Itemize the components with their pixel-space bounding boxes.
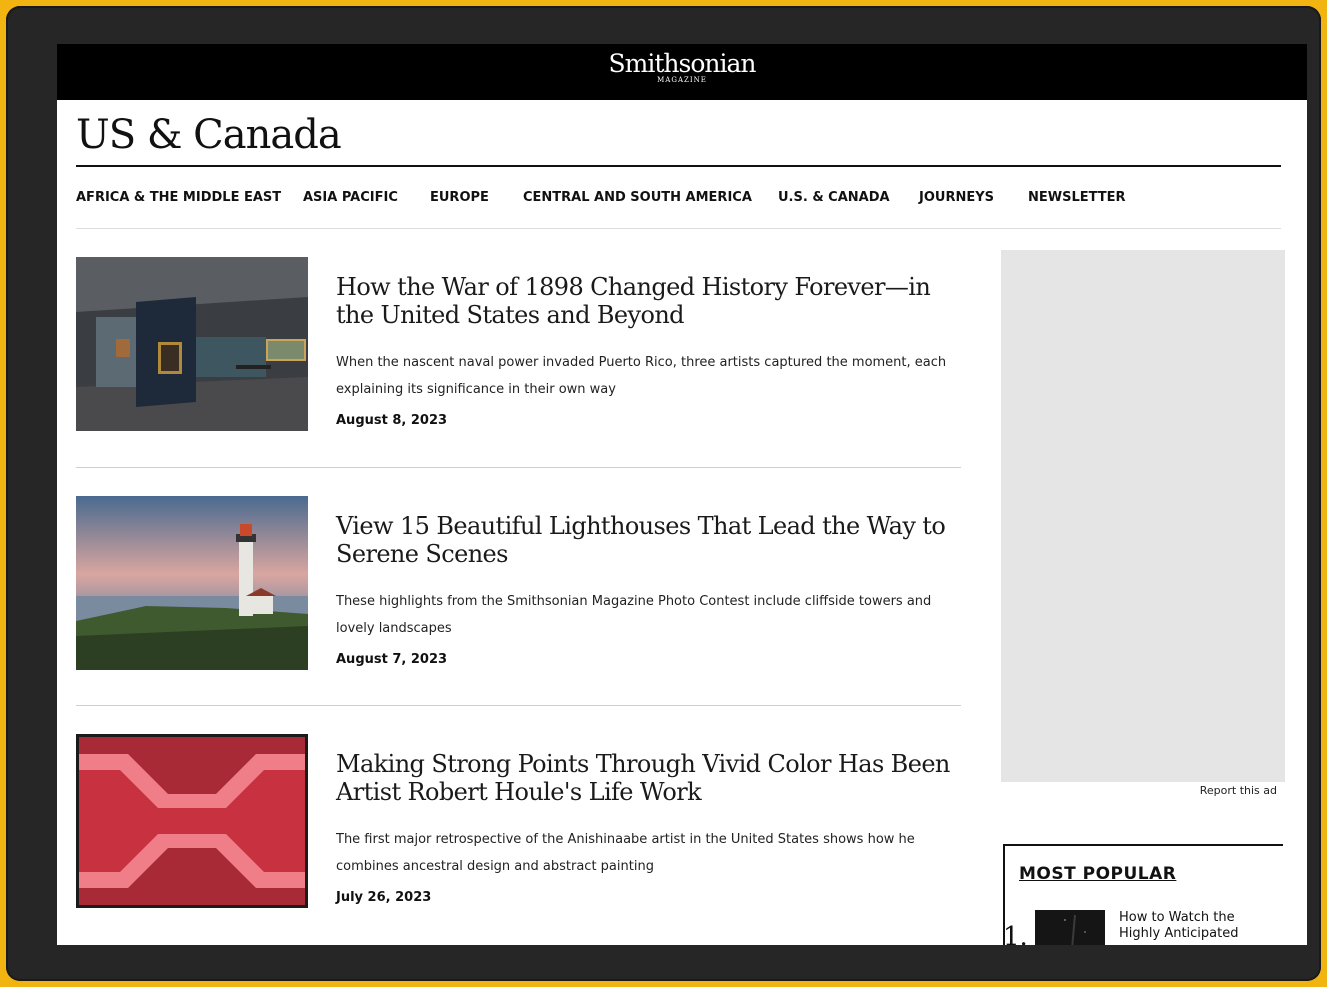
popular-item-title[interactable]: How to Watch the Highly Anticipated xyxy=(1119,910,1269,942)
nav-item-us-canada[interactable]: U.S. & CANADA xyxy=(778,190,890,205)
article-date: July 26, 2023 xyxy=(336,890,432,905)
nav-item-asia-pacific[interactable]: ASIA PACIFIC xyxy=(303,190,398,205)
report-ad-link[interactable]: Report this ad xyxy=(1157,784,1277,797)
article-divider xyxy=(76,467,961,468)
article-card: Making Strong Points Through Vivid Color… xyxy=(76,734,961,914)
article-thumbnail-painting[interactable] xyxy=(76,734,308,908)
device-frame: Smithsonian MAGAZINE US & Canada AFRICA … xyxy=(6,6,1321,981)
nav-item-journeys[interactable]: JOURNEYS xyxy=(919,190,994,205)
nav-item-africa-middle-east[interactable]: AFRICA & THE MIDDLE EAST xyxy=(76,190,281,205)
article-title[interactable]: View 15 Beautiful Lighthouses That Lead … xyxy=(336,512,956,568)
article-title[interactable]: Making Strong Points Through Vivid Color… xyxy=(336,750,956,806)
article-description: These highlights from the Smithsonian Ma… xyxy=(336,594,932,636)
logo-name: Smithsonian xyxy=(608,49,757,78)
nav-item-europe[interactable]: EUROPE xyxy=(430,190,489,205)
page-title: US & Canada xyxy=(76,112,342,158)
article-card: How the War of 1898 Changed History Fore… xyxy=(76,257,961,437)
logo-subtitle: MAGAZINE xyxy=(657,76,707,84)
nav-item-central-south-america[interactable]: CENTRAL AND SOUTH AMERICA xyxy=(523,190,752,205)
nav-divider xyxy=(76,228,1281,229)
article-title[interactable]: How the War of 1898 Changed History Fore… xyxy=(336,273,956,329)
popular-thumbnail[interactable] xyxy=(1035,910,1105,945)
article-date: August 8, 2023 xyxy=(336,413,448,428)
ad-placeholder[interactable] xyxy=(1001,250,1285,782)
site-header: Smithsonian MAGAZINE xyxy=(57,44,1307,100)
article-description: The first major retrospective of the Ani… xyxy=(336,832,915,874)
article-thumbnail-lighthouse[interactable] xyxy=(76,496,308,670)
article-date: August 7, 2023 xyxy=(336,652,448,667)
browser-viewport: Smithsonian MAGAZINE US & Canada AFRICA … xyxy=(57,44,1307,945)
article-description: When the nascent naval power invaded Pue… xyxy=(336,355,947,397)
title-divider xyxy=(76,165,1281,167)
article-divider xyxy=(76,705,961,706)
article-thumbnail-gallery[interactable] xyxy=(76,257,308,431)
smithsonian-logo[interactable]: Smithsonian MAGAZINE xyxy=(57,49,1307,85)
nav-item-newsletter[interactable]: NEWSLETTER xyxy=(1028,190,1126,205)
article-card: View 15 Beautiful Lighthouses That Lead … xyxy=(76,496,961,676)
popular-rank: 1. xyxy=(1003,922,1028,945)
most-popular-heading: MOST POPULAR xyxy=(1019,864,1177,884)
